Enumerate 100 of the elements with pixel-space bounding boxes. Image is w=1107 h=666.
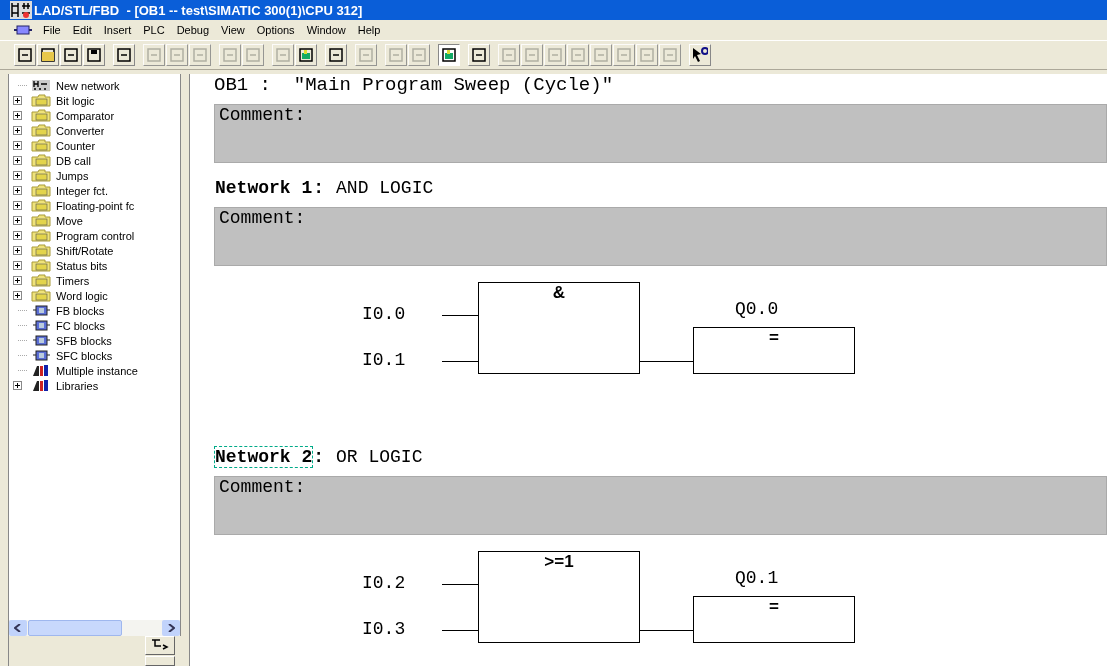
tree-item[interactable]: Jumps (56, 169, 89, 182)
expand-icon[interactable] (13, 183, 25, 198)
network-title[interactable]: Network 1 (214, 177, 314, 199)
logic-block[interactable]: >=1 (478, 551, 640, 643)
output-address: Q0.0 (735, 299, 779, 319)
tree-item[interactable]: Bit logic (56, 94, 95, 107)
expand-icon[interactable] (13, 168, 25, 183)
comment-field[interactable]: Comment: (214, 104, 1107, 163)
block-icon (14, 24, 32, 36)
toolbar-icon (63, 47, 79, 63)
assignment-block[interactable]: = (693, 596, 855, 643)
expand-icon[interactable] (13, 288, 25, 303)
tree-item[interactable]: SFC blocks (56, 349, 113, 362)
tree-item[interactable]: Multiple instance (56, 364, 138, 377)
menu-item[interactable]: File (37, 24, 67, 36)
network-separator: : (313, 447, 325, 467)
toolbar-button[interactable] (438, 44, 460, 66)
menu-item[interactable]: Insert (97, 24, 138, 36)
comment-field[interactable]: Comment: (214, 207, 1107, 266)
tree-item[interactable]: Floating-point fc (56, 199, 135, 212)
books-icon (31, 364, 51, 377)
tree-item[interactable]: Program control (56, 229, 135, 242)
tree-item[interactable]: Counter (56, 139, 96, 152)
toolbar-icon (86, 47, 102, 63)
toolbar-icon (639, 47, 655, 63)
logic-block[interactable]: & (478, 282, 640, 374)
tree-item[interactable]: FB blocks (56, 304, 105, 317)
menu-item[interactable]: Options (250, 24, 301, 36)
block-icon (31, 304, 51, 317)
folder-icon (31, 244, 51, 257)
tree-item[interactable]: Integer fct. (56, 184, 108, 197)
panel-button[interactable] (145, 636, 175, 656)
window-title: LAD/STL/FBD - [OB1 -- test\SIMATIC 300(1)\CPU 312] (34, 2, 363, 18)
tree-item[interactable]: DB call (56, 154, 91, 167)
expand-icon[interactable] (13, 198, 25, 213)
expand-icon[interactable] (13, 228, 25, 243)
tree-item[interactable]: FC blocks (56, 319, 105, 332)
toolbar-icon (593, 47, 609, 63)
tree-item[interactable]: New network (56, 79, 120, 92)
menu-item[interactable]: Window (300, 24, 352, 36)
folder-icon (31, 229, 51, 242)
wire (442, 315, 478, 316)
output-address: Q0.1 (735, 568, 779, 588)
toolbar-icon (388, 47, 404, 63)
assignment-block[interactable]: = (693, 327, 855, 374)
tree-item[interactable]: Move (56, 214, 83, 227)
toolbar-icon (192, 47, 208, 63)
expand-icon[interactable] (13, 153, 25, 168)
toolbar-icon (547, 47, 563, 63)
panel-button[interactable] (145, 656, 175, 666)
wire (442, 584, 478, 585)
expand-icon[interactable] (13, 273, 25, 288)
block-symbol: = (769, 597, 779, 618)
tree-item[interactable]: Status bits (56, 259, 108, 272)
tree-item[interactable]: Word logic (56, 289, 108, 302)
scroll-thumb[interactable] (28, 620, 122, 636)
tree-item[interactable]: Converter (56, 124, 105, 137)
tree-item[interactable]: Timers (56, 274, 90, 287)
folder-icon (31, 139, 51, 152)
toolbar-icon (692, 47, 708, 63)
toolbar-icon (524, 47, 540, 63)
expand-icon[interactable] (13, 243, 25, 258)
toolbar-icon (616, 47, 632, 63)
input-address: I0.3 (362, 619, 406, 639)
folder-icon (31, 199, 51, 212)
folder-icon (31, 214, 51, 227)
toolbar-icon (411, 47, 427, 63)
tree-item[interactable]: SFB blocks (56, 334, 112, 347)
tree-item[interactable]: Libraries (56, 379, 99, 392)
toolbar-icon (328, 47, 344, 63)
tree-item[interactable]: Comparator (56, 109, 115, 122)
menu-item[interactable]: PLC (137, 24, 171, 36)
toolbar-icon (275, 47, 291, 63)
toolbar-icon (245, 47, 261, 63)
toolbar-icon (501, 47, 517, 63)
expand-icon[interactable] (13, 213, 25, 228)
expand-icon[interactable] (13, 138, 25, 153)
folder-icon (31, 259, 51, 272)
menu-item[interactable]: Edit (66, 24, 98, 36)
folder-icon (31, 109, 51, 122)
tree-item[interactable]: Shift/Rotate (56, 244, 114, 257)
block-icon (31, 334, 51, 347)
menu-item[interactable]: Debug (170, 24, 216, 36)
menu-item[interactable]: View (215, 24, 251, 36)
menu-item[interactable]: Help (351, 24, 387, 36)
expand-icon[interactable] (13, 108, 25, 123)
input-address: I0.0 (362, 304, 406, 324)
network-title[interactable]: Network 2 (214, 446, 314, 468)
ladder-diagram-icon (10, 1, 32, 19)
toolbar-icon (17, 47, 33, 63)
expand-icon[interactable] (13, 378, 25, 393)
network-label: AND LOGIC (336, 178, 434, 198)
comment-field[interactable]: Comment: (214, 476, 1107, 535)
horizontal-scrollbar[interactable] (9, 620, 181, 636)
expand-icon[interactable] (13, 123, 25, 138)
toolbar-icon (358, 47, 374, 63)
expand-icon[interactable] (13, 258, 25, 273)
toolbar-icon (116, 47, 132, 63)
expand-icon[interactable] (13, 93, 25, 108)
toolbar-icon (40, 47, 56, 63)
